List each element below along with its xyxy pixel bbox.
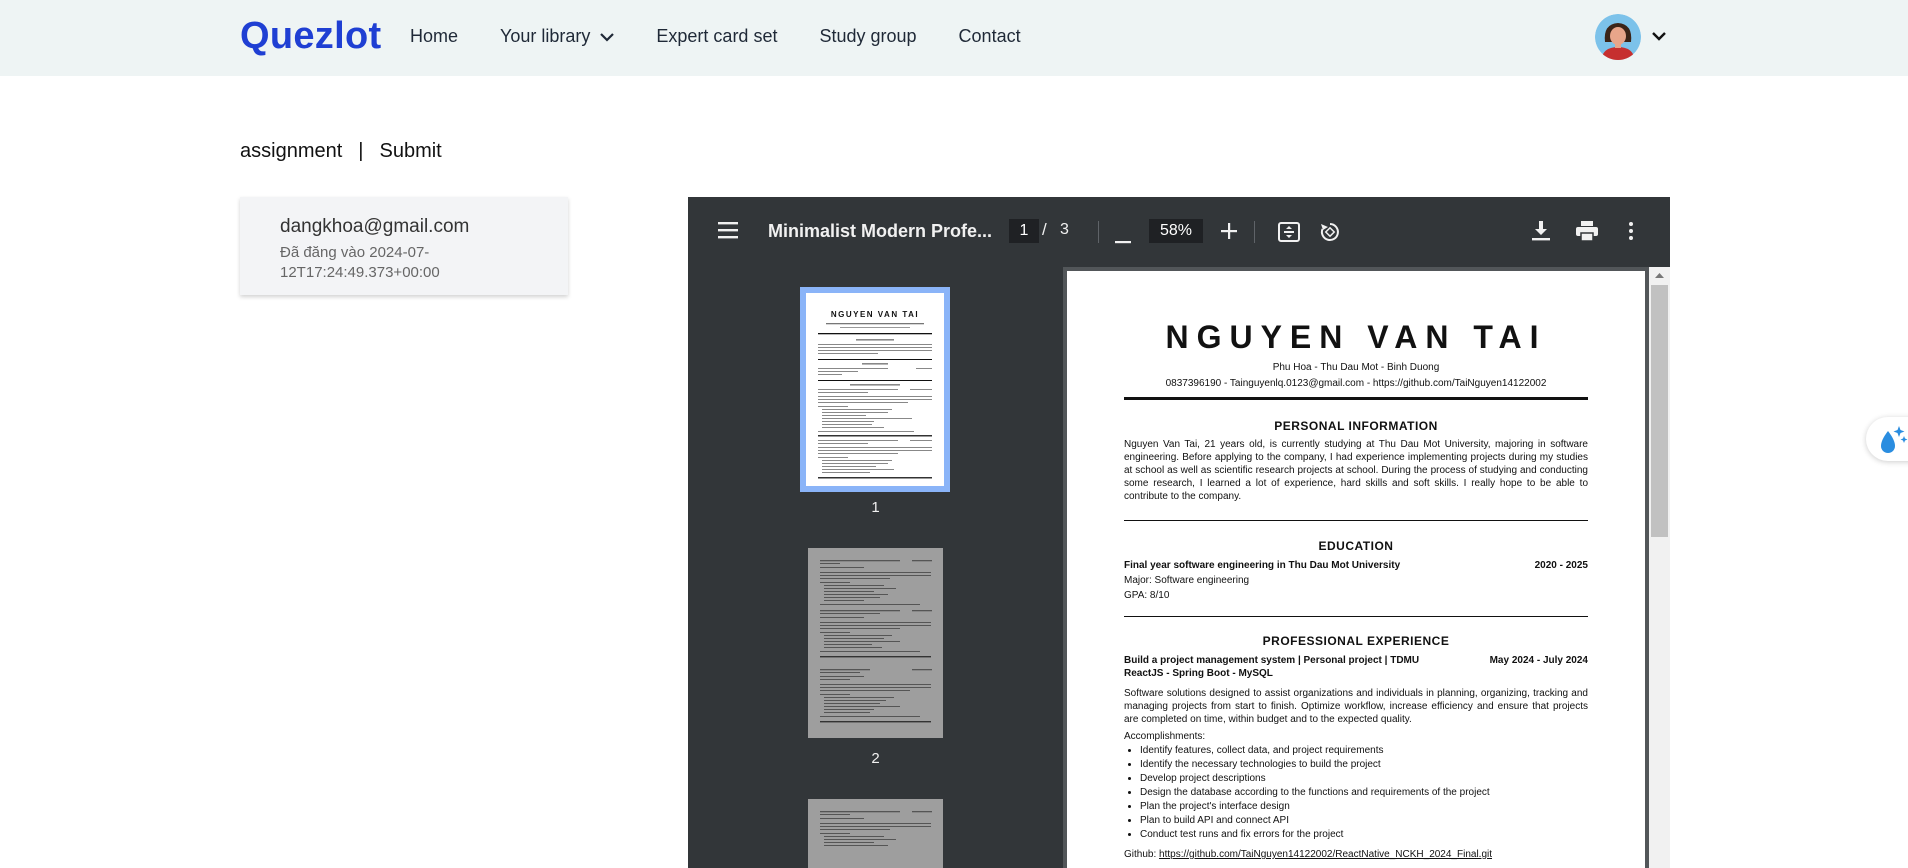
thumbnail-label: 2: [871, 750, 880, 767]
zoom-in-icon[interactable]: [1221, 223, 1237, 244]
more-vert-icon[interactable]: [1629, 222, 1633, 245]
education-row: Final year software engineering in Thu D…: [1124, 560, 1588, 571]
print-icon[interactable]: [1576, 221, 1598, 246]
github-label: Github:: [1124, 849, 1157, 860]
nav-your-library-dropdown[interactable]: Your library: [500, 26, 615, 47]
thumbnail-sidebar: NGUYEN VAN TAI 1 2: [688, 267, 1063, 868]
page-number-input[interactable]: 1: [1009, 219, 1039, 243]
sparkle-drop-icon: [1881, 426, 1908, 453]
experience-title: Build a project management system | Pers…: [1124, 655, 1420, 666]
chevron-down-icon: [600, 26, 615, 47]
experience-description: Software solutions designed to assist or…: [1124, 688, 1588, 725]
fit-page-icon[interactable]: [1278, 222, 1300, 247]
top-navbar: Quezlot Home Your library Expert card se…: [0, 0, 1908, 76]
page-total: 3: [1060, 221, 1069, 238]
accomplishments-list: Identify features, collect data, and pro…: [1124, 744, 1490, 842]
download-icon[interactable]: [1532, 221, 1550, 246]
section-heading: PERSONAL INFORMATION: [1274, 419, 1438, 433]
pdf-scroll-thumb[interactable]: [1651, 285, 1668, 537]
section-divider: [1124, 520, 1588, 521]
thumbnail-page-3[interactable]: [808, 799, 943, 868]
section-divider: [1124, 397, 1588, 400]
toolbar-divider: [1254, 221, 1255, 243]
chevron-down-icon[interactable]: [1652, 28, 1666, 46]
list-item: Conduct test runs and fix errors for the…: [1140, 828, 1490, 842]
breadcrumb-submit[interactable]: Submit: [379, 140, 441, 163]
avatar-icon: [1595, 14, 1641, 60]
thumbnail-page-1[interactable]: NGUYEN VAN TAI: [806, 293, 944, 486]
list-item: Identify features, collect data, and pro…: [1140, 744, 1490, 758]
zoom-level-input[interactable]: 58%: [1149, 219, 1203, 243]
github-line: Github: https://github.com/TaiNguyen1412…: [1124, 849, 1492, 860]
list-item: Plan the project's interface design: [1140, 800, 1490, 814]
breadcrumb-separator: |: [358, 140, 364, 162]
avatar[interactable]: [1595, 14, 1641, 60]
breadcrumb: assignment | Submit: [240, 140, 442, 163]
scroll-up-icon[interactable]: [1649, 269, 1670, 283]
list-item: Design the database according to the fun…: [1140, 786, 1490, 800]
zoom-out-icon[interactable]: [1115, 231, 1131, 249]
pdf-title: Minimalist Modern Profe...: [768, 221, 993, 241]
nav-home-link[interactable]: Home: [410, 26, 458, 47]
nav-study-group-link[interactable]: Study group: [819, 26, 916, 47]
pdf-page: NGUYEN VAN TAI Phu Hoa - Thu Dau Mot - B…: [1067, 271, 1645, 868]
pdf-viewer: Minimalist Modern Profe... 1 / 3 58% NGU…: [688, 197, 1670, 868]
cv-address: Phu Hoa - Thu Dau Mot - Binh Duong: [1272, 362, 1440, 373]
submission-card[interactable]: dangkhoa@gmail.com Đã đăng vào 2024-07-1…: [240, 197, 568, 295]
nav-contact-link[interactable]: Contact: [959, 26, 1021, 47]
page-separator: /: [1042, 220, 1047, 239]
list-item: Identify the necessary technologies to b…: [1140, 758, 1490, 772]
education-major: Major: Software engineering: [1124, 575, 1250, 586]
education-gpa: GPA: 8/10: [1124, 590, 1170, 601]
education-years: 2020 - 2025: [1534, 560, 1588, 571]
education-school: Final year software engineering in Thu D…: [1124, 560, 1401, 571]
submission-date: Đã đăng vào 2024-07-12T17:24:49.373+00:0…: [280, 244, 440, 281]
rotate-icon[interactable]: [1319, 221, 1341, 248]
breadcrumb-assignment[interactable]: assignment: [240, 140, 342, 163]
pdf-toolbar: Minimalist Modern Profe... 1 / 3 58%: [688, 197, 1670, 267]
accomplishments-label: Accomplishments:: [1124, 731, 1206, 742]
experience-row: Build a project management system | Pers…: [1124, 655, 1588, 666]
list-item: Plan to build API and connect API: [1140, 814, 1490, 828]
experience-dates: May 2024 - July 2024: [1489, 655, 1588, 666]
nav-links: Home Your library Expert card set Study …: [410, 26, 1063, 47]
list-item: Develop project descriptions: [1140, 772, 1490, 786]
thumbnail-label: 1: [871, 499, 880, 516]
cv-name: NGUYEN VAN TAI: [1165, 319, 1547, 355]
svg-text:NGUYEN VAN TAI: NGUYEN VAN TAI: [831, 310, 919, 319]
thumbnail-page-2[interactable]: [808, 548, 943, 738]
github-link[interactable]: https://github.com/TaiNguyen14122002/Rea…: [1159, 849, 1492, 860]
brand-logo[interactable]: Quezlot: [240, 15, 381, 58]
submitter-email: dangkhoa@gmail.com: [280, 216, 470, 237]
section-heading: EDUCATION: [1318, 539, 1394, 553]
experience-stack: ReactJS - Spring Boot - MySQL: [1124, 668, 1273, 679]
nav-expert-card-set-link[interactable]: Expert card set: [656, 26, 777, 47]
menu-icon[interactable]: [718, 221, 738, 244]
cv-contact: 0837396190 - Tainguyenlq.0123@gmail.com …: [1165, 378, 1547, 389]
section-heading: PROFESSIONAL EXPERIENCE: [1262, 634, 1450, 648]
section-divider: [1124, 616, 1588, 617]
toolbar-divider: [1098, 221, 1099, 243]
floating-assistant-button[interactable]: [1866, 417, 1908, 461]
personal-text: Nguyen Van Tai, 21 years old, is current…: [1124, 439, 1588, 502]
